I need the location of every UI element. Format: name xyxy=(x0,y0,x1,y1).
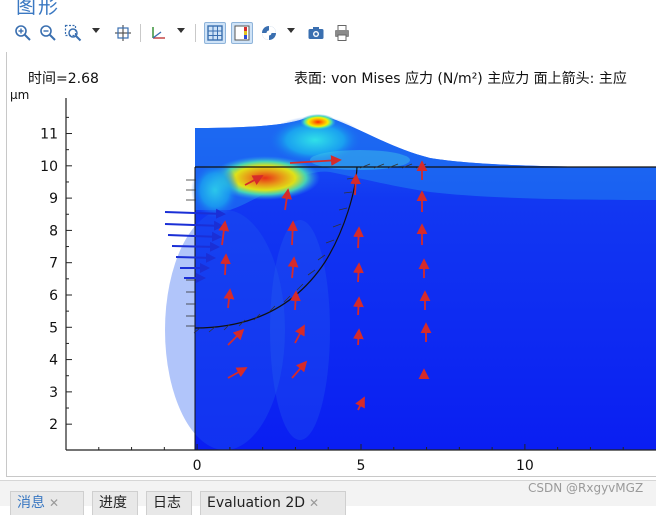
close-icon[interactable]: ✕ xyxy=(49,496,59,510)
x-tick-label: 0 xyxy=(193,458,202,474)
y-tick-label: 9 xyxy=(49,191,58,207)
y-tick-label: 11 xyxy=(40,127,58,143)
tab-evaluation-2d[interactable]: Evaluation 2D ✕ xyxy=(200,491,346,515)
tab-messages-label: 消息 xyxy=(17,495,45,511)
tab-evaluation-2d-label: Evaluation 2D xyxy=(207,495,306,511)
tab-progress[interactable]: 进度 xyxy=(92,491,138,515)
y-tick-label: 8 xyxy=(49,223,58,239)
tab-log-label: 日志 xyxy=(153,495,181,511)
y-tick-label: 2 xyxy=(49,417,58,433)
y-tick-label: 4 xyxy=(49,353,58,369)
y-tick-label: 3 xyxy=(49,385,58,401)
stress-plot[interactable]: 2 3 4 5 6 7 8 9 10 11 0 5 10 xyxy=(0,0,656,480)
x-tick-label: 10 xyxy=(516,458,534,474)
watermark: CSDN @RxgyvMGZ xyxy=(528,481,644,495)
x-tick-label: 5 xyxy=(357,458,366,474)
close-icon[interactable]: ✕ xyxy=(309,496,319,510)
y-tick-label: 5 xyxy=(49,320,58,336)
y-tick-label: 6 xyxy=(49,288,58,304)
y-tick-label: 7 xyxy=(49,256,58,272)
y-tick-label: 10 xyxy=(40,159,58,175)
tab-log[interactable]: 日志 xyxy=(146,491,192,515)
tab-messages[interactable]: 消息 ✕ xyxy=(10,491,84,515)
tab-progress-label: 进度 xyxy=(99,495,127,511)
